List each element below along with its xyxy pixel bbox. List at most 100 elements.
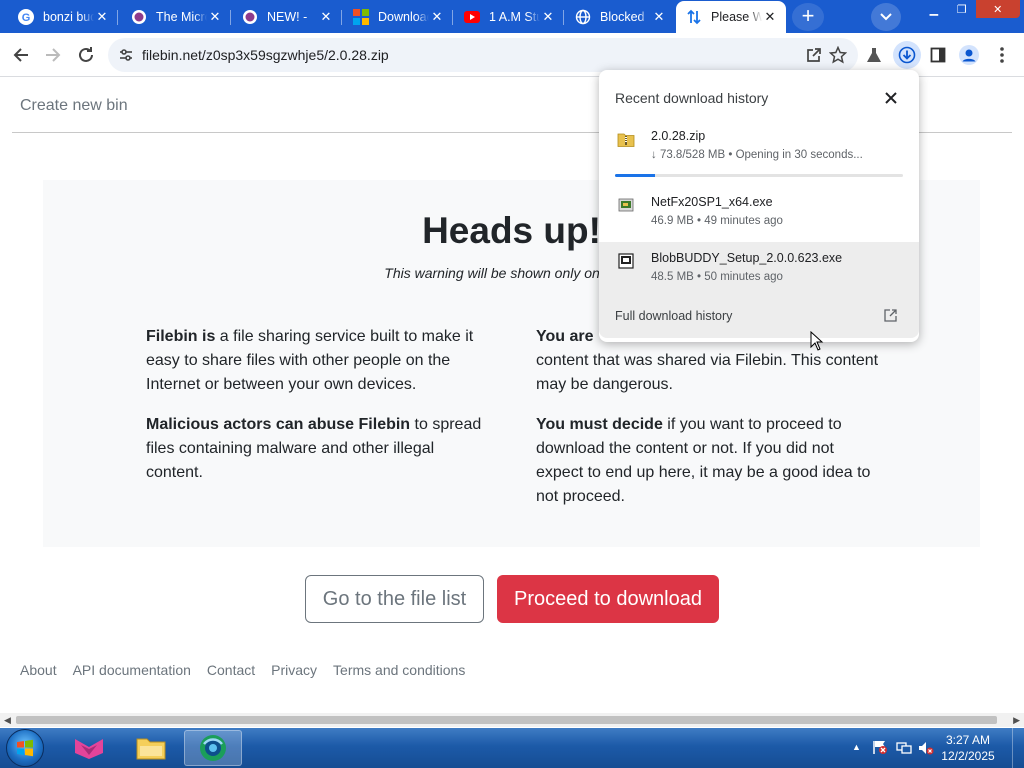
close-icon	[885, 92, 897, 104]
forward-button[interactable]	[41, 43, 65, 67]
profile-button[interactable]	[957, 43, 981, 67]
clock[interactable]: 3:27 AM 12/2/2025	[940, 732, 996, 764]
download-item[interactable]: NetFx20SP1_x64.exe 46.9 MB • 49 minutes …	[599, 186, 919, 242]
action-center-flag-icon[interactable]	[872, 739, 888, 760]
globe-icon	[575, 9, 591, 25]
download-status: ↓ 73.8/528 MB • Opening in 30 seconds...	[651, 149, 863, 161]
create-new-bin-link[interactable]: Create new bin	[20, 97, 128, 115]
taskbar: ▲ 3:27 AM 12/2/2025	[0, 728, 1024, 768]
tab-title: bonzi buddy	[43, 10, 94, 24]
scroll-right-icon[interactable]: ▶	[1013, 715, 1020, 726]
close-tab-icon[interactable]: ✕	[762, 9, 778, 25]
restore-button[interactable]: ❐	[948, 0, 976, 18]
close-tab-icon[interactable]: ✕	[540, 9, 556, 25]
download-item[interactable]: BlobBUDDY_Setup_2.0.0.623.exe 48.5 MB • …	[599, 242, 919, 298]
footer-link-privacy[interactable]: Privacy	[271, 662, 317, 678]
download-status: 46.9 MB • 49 minutes ago	[651, 215, 783, 227]
scroll-left-icon[interactable]: ◀	[4, 715, 11, 726]
bold-text: You must decide	[536, 416, 663, 433]
tab-search-button[interactable]	[871, 3, 901, 31]
paragraph: Malicious actors can abuse Filebin to sp…	[146, 413, 491, 485]
scrollbar-thumb[interactable]	[16, 716, 997, 724]
browser-globe-icon	[200, 735, 226, 761]
paragraph-text: content that was shared via Filebin. Thi…	[536, 352, 879, 393]
minimize-button[interactable]: ▁	[920, 0, 948, 18]
proceed-to-download-button[interactable]: Proceed to download	[497, 575, 719, 623]
reload-icon	[79, 47, 93, 62]
clock-time: 3:27 AM	[945, 733, 991, 747]
footer-link-api[interactable]: API documentation	[73, 662, 191, 678]
transfer-arrows-icon	[686, 9, 702, 25]
bold-text: Filebin is	[146, 328, 216, 345]
taskbar-app-fox[interactable]	[60, 730, 118, 766]
tab-new[interactable]: NEW! - ✕	[232, 1, 342, 33]
volume-muted-icon[interactable]	[918, 740, 934, 761]
side-panel-button[interactable]	[926, 43, 950, 67]
youtube-icon	[464, 9, 480, 25]
horizontal-scrollbar[interactable]: ◀ ▶	[0, 713, 1024, 727]
close-tab-icon[interactable]: ✕	[207, 9, 223, 25]
downloads-button[interactable]	[893, 41, 921, 69]
network-icon[interactable]	[896, 740, 912, 761]
windows-logo-icon	[17, 739, 33, 757]
purple-circle-icon	[131, 9, 147, 25]
kebab-menu-icon	[1000, 47, 1004, 63]
tab-title: Download	[378, 10, 429, 24]
bookmark-button[interactable]	[826, 43, 850, 67]
back-button[interactable]	[9, 43, 33, 67]
window-controls: ▁ ❐ ✕	[920, 0, 1020, 18]
share-icon	[807, 48, 821, 62]
microsoft-logo-icon	[353, 9, 369, 25]
system-tray: ▲ 3:27 AM 12/2/2025	[834, 728, 1024, 768]
tab-title: Blocked	[600, 10, 645, 24]
window-close-button[interactable]: ✕	[975, 0, 1020, 18]
tab-bonzi[interactable]: G bonzi buddy ✕	[8, 1, 118, 33]
open-external-icon	[884, 309, 897, 327]
tab-blocked[interactable]: Blocked ✕	[565, 1, 675, 33]
close-panel-button[interactable]	[881, 88, 901, 108]
download-file-name: 2.0.28.zip	[651, 129, 706, 143]
tab-youtube[interactable]: 1 A.M Study ✕	[454, 1, 564, 33]
download-item[interactable]: 2.0.28.zip ↓ 73.8/528 MB • Opening in 30…	[599, 120, 919, 176]
taskbar-chrome[interactable]	[184, 730, 242, 766]
go-to-file-list-button[interactable]: Go to the file list	[305, 575, 484, 623]
menu-button[interactable]	[990, 43, 1014, 67]
reload-button[interactable]	[74, 43, 98, 67]
mouse-cursor-icon	[810, 331, 824, 351]
left-column: Filebin is a file sharing service built …	[146, 325, 491, 501]
paragraph: Filebin is a file sharing service built …	[146, 325, 491, 397]
star-icon	[829, 46, 847, 64]
back-arrow-icon	[13, 48, 28, 62]
footer-link-about[interactable]: About	[20, 662, 57, 678]
site-info-icon[interactable]	[118, 47, 134, 68]
purple-circle-icon	[242, 9, 258, 25]
close-tab-icon[interactable]: ✕	[429, 9, 445, 25]
footer-links: About API documentation Contact Privacy …	[20, 662, 481, 678]
download-progress-fill	[615, 174, 656, 177]
footer-link-terms[interactable]: Terms and conditions	[333, 662, 465, 678]
bold-text: You are	[536, 328, 598, 345]
url-text: filebin.net/z0sp3x59sgzwhje5/2.0.28.zip	[142, 47, 389, 63]
tab-please-wait[interactable]: Please Wait ✕	[676, 1, 786, 33]
start-button[interactable]	[6, 729, 44, 767]
svg-text:G: G	[22, 12, 31, 24]
extensions-button[interactable]	[862, 43, 886, 67]
show-hidden-icons-icon[interactable]: ▲	[852, 742, 861, 752]
bold-text: Malicious actors can abuse Filebin	[146, 416, 411, 433]
share-button[interactable]	[802, 43, 826, 67]
close-tab-icon[interactable]: ✕	[94, 9, 110, 25]
taskbar-file-explorer[interactable]	[122, 730, 180, 766]
zip-folder-icon	[617, 130, 637, 148]
footer-link-contact[interactable]: Contact	[207, 662, 255, 678]
address-bar[interactable]: filebin.net/z0sp3x59sgzwhje5/2.0.28.zip	[108, 38, 858, 72]
close-tab-icon[interactable]: ✕	[651, 9, 667, 25]
close-tab-icon[interactable]: ✕	[318, 9, 334, 25]
download-progress-bar	[615, 174, 903, 177]
tab-microsoft[interactable]: The Microsoft ✕	[121, 1, 231, 33]
new-tab-button[interactable]: +	[792, 3, 824, 31]
tab-download[interactable]: Download ✕	[343, 1, 453, 33]
folder-icon	[136, 738, 166, 760]
show-desktop-button[interactable]	[1012, 728, 1024, 768]
paragraph: You must decide if you want to proceed t…	[536, 413, 881, 509]
full-download-history-link[interactable]: Full download history	[599, 298, 919, 338]
